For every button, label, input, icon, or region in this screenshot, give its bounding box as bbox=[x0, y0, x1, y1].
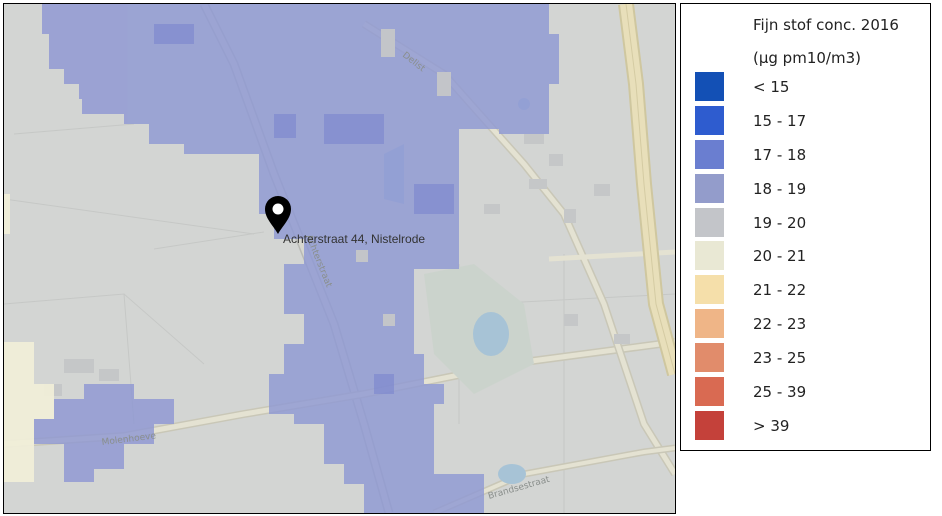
legend-swatch bbox=[695, 72, 724, 101]
legend-title: Fijn stof conc. 2016 bbox=[753, 16, 899, 34]
legend-swatch bbox=[695, 174, 724, 203]
legend-label: 21 - 22 bbox=[753, 281, 807, 299]
legend-item: 23 - 25 bbox=[695, 343, 925, 373]
legend-swatch bbox=[695, 140, 724, 169]
map-canvas[interactable]: Delist Achterstraat Molenhoeve Brandsest… bbox=[4, 4, 675, 513]
legend-label: 25 - 39 bbox=[753, 383, 807, 401]
legend-swatch bbox=[695, 411, 724, 440]
legend-item: 18 - 19 bbox=[695, 174, 925, 204]
legend-label: 17 - 18 bbox=[753, 146, 807, 164]
legend-item: 20 - 21 bbox=[695, 241, 925, 271]
legend-label: < 15 bbox=[753, 78, 790, 96]
legend-label: 18 - 19 bbox=[753, 180, 807, 198]
legend-swatch bbox=[695, 208, 724, 237]
legend-swatch bbox=[695, 106, 724, 135]
legend-item: 21 - 22 bbox=[695, 275, 925, 305]
legend-swatch bbox=[695, 377, 724, 406]
legend-label: 20 - 21 bbox=[753, 247, 807, 265]
legend-item: > 39 bbox=[695, 411, 925, 441]
map-view[interactable]: Delist Achterstraat Molenhoeve Brandsest… bbox=[3, 3, 676, 514]
legend-swatch bbox=[695, 241, 724, 270]
legend-item: < 15 bbox=[695, 72, 925, 102]
legend-swatch bbox=[695, 343, 724, 372]
pond bbox=[473, 312, 509, 356]
legend-label: 19 - 20 bbox=[753, 214, 807, 232]
legend-swatch bbox=[695, 275, 724, 304]
legend-label: 15 - 17 bbox=[753, 112, 807, 130]
legend-panel: Fijn stof conc. 2016 (µg pm10/m3) < 15 1… bbox=[680, 3, 931, 451]
legend-label: 23 - 25 bbox=[753, 349, 807, 367]
legend-item: 15 - 17 bbox=[695, 106, 925, 136]
legend-swatch bbox=[695, 309, 724, 338]
legend-item: 22 - 23 bbox=[695, 309, 925, 339]
legend-item: 25 - 39 bbox=[695, 377, 925, 407]
legend-item: 19 - 20 bbox=[695, 208, 925, 238]
legend-item: 17 - 18 bbox=[695, 140, 925, 170]
legend-label: > 39 bbox=[753, 417, 790, 435]
legend-label: 22 - 23 bbox=[753, 315, 807, 333]
marker-address-label: Achterstraat 44, Nistelrode bbox=[283, 232, 425, 246]
legend-unit: (µg pm10/m3) bbox=[753, 49, 861, 67]
